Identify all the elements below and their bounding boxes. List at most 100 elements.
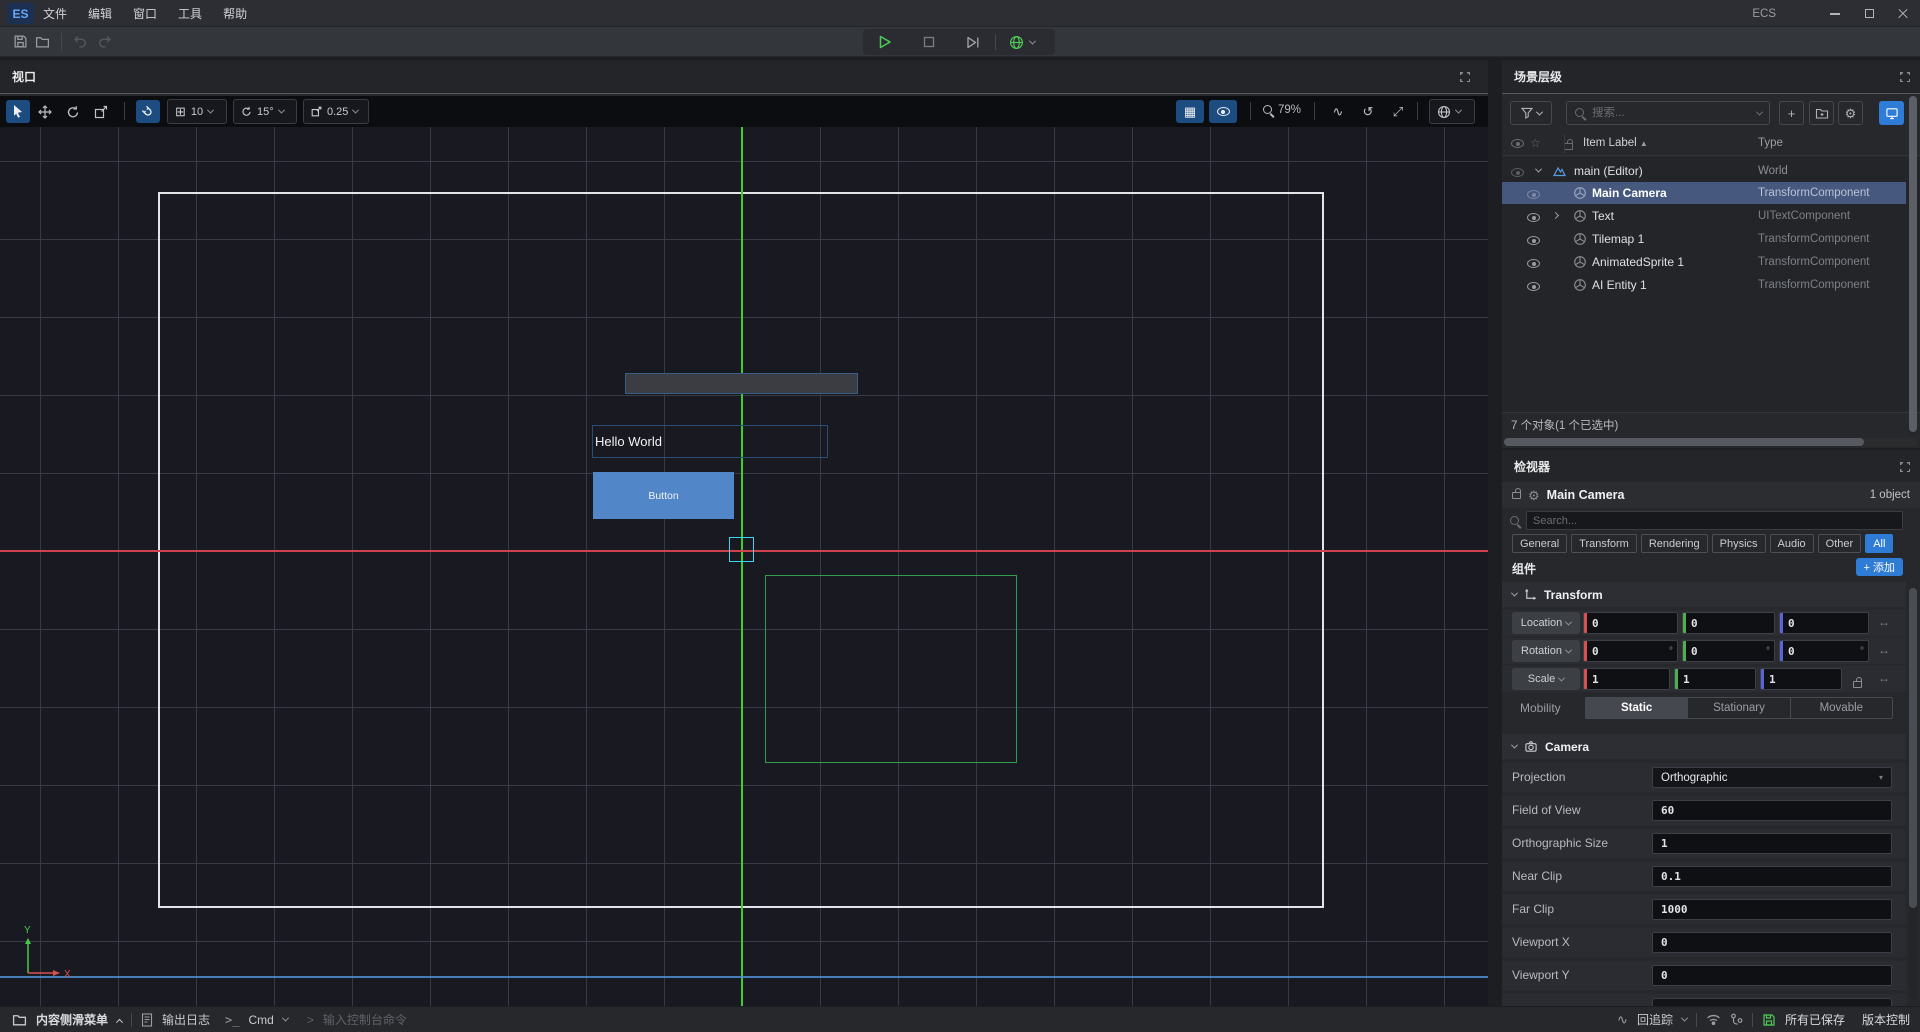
scrollbar-thumb[interactable] <box>1909 96 1917 432</box>
rotation-dropdown[interactable]: Rotation <box>1512 640 1580 662</box>
item-label-column[interactable]: Item Label ▲ <box>1583 137 1648 149</box>
visibility-button[interactable] <box>1209 100 1237 123</box>
scene-region-rect[interactable] <box>765 575 1017 763</box>
close-button[interactable] <box>1886 0 1920 27</box>
gear-icon[interactable]: ⚙ <box>1528 489 1540 502</box>
tab-rendering[interactable]: Rendering <box>1641 534 1708 553</box>
menu-window[interactable]: 窗口 <box>133 5 157 22</box>
projection-select[interactable]: Orthographic ▾ <box>1652 767 1892 788</box>
rotation-y-field[interactable]: ° <box>1682 640 1775 662</box>
link-axes-icon[interactable]: ↔ <box>1878 615 1890 629</box>
location-dropdown[interactable]: Location <box>1512 612 1580 634</box>
reset-view-button[interactable]: ↺ <box>1356 100 1380 123</box>
visibility-eye-icon[interactable] <box>1527 259 1540 268</box>
version-control-button[interactable]: 版本控制 <box>1862 1011 1910 1028</box>
clipped-property-input[interactable] <box>1652 998 1892 1006</box>
world-mode-dropdown[interactable] <box>996 35 1048 50</box>
rotation-x-field[interactable]: ° <box>1583 640 1678 662</box>
select-tool-button[interactable] <box>6 100 30 123</box>
star-column-icon[interactable]: ☆ <box>1530 136 1541 150</box>
console-input-placeholder[interactable]: 输入控制台命令 <box>323 1011 407 1028</box>
visibility-eye-icon[interactable] <box>1527 282 1540 291</box>
hierarchy-row-ai-entity[interactable]: AI Entity 1 TransformComponent <box>1502 274 1906 296</box>
scene-text-object[interactable]: Hello World <box>592 425 828 458</box>
menu-edit[interactable]: 编辑 <box>88 5 112 22</box>
tab-transform[interactable]: Transform <box>1571 534 1637 553</box>
scale-x-field[interactable] <box>1583 668 1670 690</box>
add-entity-button[interactable]: + <box>1779 101 1804 125</box>
lock-icon[interactable] <box>1512 492 1521 499</box>
menu-help[interactable]: 帮助 <box>223 5 247 22</box>
open-folder-button[interactable] <box>35 34 51 50</box>
rotation-snap-dropdown[interactable]: 15° <box>233 99 297 124</box>
rotation-z-field[interactable]: ° <box>1779 640 1869 662</box>
undo-button[interactable] <box>73 34 89 50</box>
tab-audio[interactable]: Audio <box>1770 534 1814 553</box>
mobility-static-option[interactable]: Static <box>1586 698 1688 718</box>
visibility-eye-icon[interactable] <box>1527 190 1540 199</box>
link-axes-icon[interactable]: ↔ <box>1878 671 1890 685</box>
step-button[interactable] <box>951 36 995 49</box>
show-grid-button[interactable]: ▦ <box>1176 100 1204 123</box>
fullscreen-button[interactable]: ⤢ <box>1386 100 1410 123</box>
inspector-search[interactable] <box>1526 511 1903 530</box>
vertical-scrollbar[interactable] <box>1909 588 1917 1000</box>
grid-snap-dropdown[interactable]: ⊞ 10 <box>167 99 227 124</box>
scene-canvas[interactable]: Hello World Button Y X <box>0 127 1488 1006</box>
type-column[interactable]: Type <box>1758 137 1783 149</box>
hierarchy-search-input[interactable] <box>1592 107 1751 119</box>
expand-panel-icon[interactable] <box>1900 72 1910 82</box>
visibility-eye-icon[interactable] <box>1511 168 1524 177</box>
camera-section-header[interactable]: Camera <box>1502 734 1906 759</box>
eye-column-icon[interactable] <box>1511 139 1524 148</box>
inspector-search-input[interactable] <box>1533 515 1896 527</box>
display-mode-button[interactable] <box>1879 101 1904 125</box>
scale-dropdown[interactable]: Scale <box>1512 668 1580 690</box>
stats-button[interactable]: ∿ <box>1326 100 1350 123</box>
chevron-right-icon[interactable] <box>1552 212 1559 219</box>
hierarchy-row-animatedsprite[interactable]: AnimatedSprite 1 TransformComponent <box>1502 251 1906 273</box>
minimize-button[interactable] <box>1818 0 1852 27</box>
hierarchy-settings-button[interactable]: ⚙ <box>1838 101 1863 125</box>
viewport-y-input[interactable] <box>1652 965 1892 986</box>
tab-all[interactable]: All <box>1865 534 1893 553</box>
uniform-scale-lock-icon[interactable] <box>1853 681 1862 688</box>
tab-other[interactable]: Other <box>1818 534 1862 553</box>
viewport-x-input[interactable] <box>1652 932 1892 953</box>
expand-panel-icon[interactable] <box>1900 462 1910 472</box>
rotate-tool-button[interactable] <box>61 100 85 123</box>
tab-physics[interactable]: Physics <box>1712 534 1766 553</box>
location-x-field[interactable] <box>1583 612 1678 634</box>
scrollbar-thumb[interactable] <box>1504 438 1864 446</box>
view-globe-dropdown[interactable] <box>1429 99 1475 124</box>
hierarchy-row-text[interactable]: Text UITextComponent <box>1502 205 1906 227</box>
cmd-dropdown[interactable]: Cmd <box>248 1013 273 1027</box>
snap-tool-button[interactable] <box>136 100 160 123</box>
hierarchy-row-world[interactable]: main (Editor) World <box>1502 160 1906 182</box>
mobility-stationary-option[interactable]: Stationary <box>1688 698 1790 718</box>
chevron-down-icon[interactable] <box>1535 166 1542 173</box>
location-z-field[interactable] <box>1779 612 1869 634</box>
vertical-scrollbar[interactable] <box>1909 96 1917 436</box>
trace-dropdown[interactable]: 回追踪 <box>1637 1011 1673 1028</box>
move-tool-button[interactable] <box>33 100 57 123</box>
scrollbar-thumb[interactable] <box>1909 588 1917 908</box>
visibility-eye-icon[interactable] <box>1527 236 1540 245</box>
menu-tools[interactable]: 工具 <box>178 5 202 22</box>
scene-slider-object[interactable] <box>625 373 858 394</box>
hierarchy-row-main-camera[interactable]: Main Camera TransformComponent <box>1502 182 1906 204</box>
scale-snap-dropdown[interactable]: 0.25 <box>303 99 369 124</box>
scale-z-field[interactable] <box>1760 668 1842 690</box>
scale-tool-button[interactable] <box>89 100 113 123</box>
visibility-eye-icon[interactable] <box>1527 213 1540 222</box>
tab-general[interactable]: General <box>1512 534 1567 553</box>
mobility-movable-option[interactable]: Movable <box>1791 698 1892 718</box>
new-folder-button[interactable] <box>1809 101 1834 125</box>
zoom-indicator[interactable]: 79% <box>1262 104 1301 116</box>
horizontal-scrollbar[interactable] <box>1504 438 1918 446</box>
near-clip-input[interactable] <box>1652 866 1892 887</box>
redo-button[interactable] <box>97 34 113 50</box>
maximize-button[interactable] <box>1852 0 1886 27</box>
content-drawer-button[interactable]: 内容侧滑菜单 <box>36 1011 108 1028</box>
output-log-button[interactable]: 输出日志 <box>162 1011 210 1028</box>
